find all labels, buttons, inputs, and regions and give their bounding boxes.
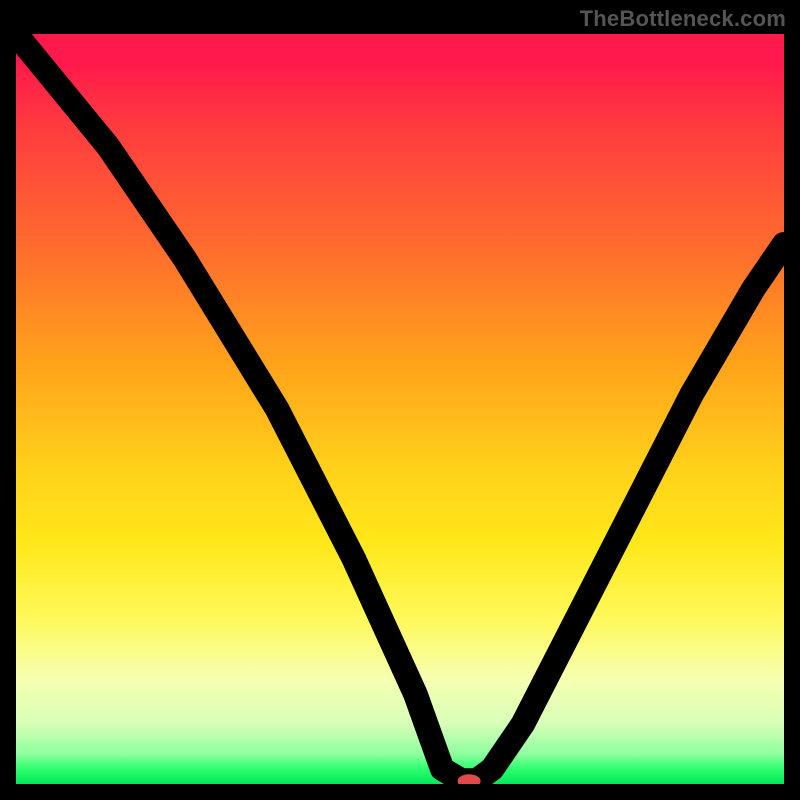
plot-area [16, 34, 784, 784]
chart-frame: TheBottleneck.com [0, 0, 800, 800]
watermark-text: TheBottleneck.com [580, 6, 786, 32]
bottleneck-curve [16, 34, 784, 780]
curve-layer [16, 34, 784, 784]
